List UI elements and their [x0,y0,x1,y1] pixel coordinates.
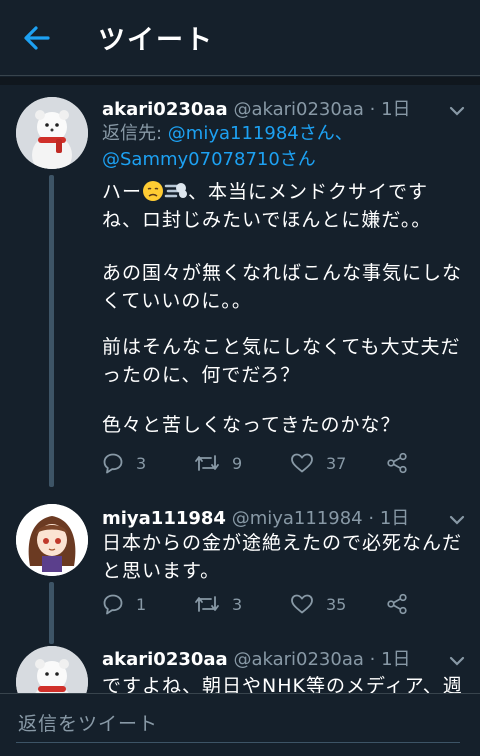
disappointed-face-emoji [142,180,164,207]
tweet-text-fragment: 、本当にメンドクサイです [188,181,429,203]
separator-dot: · [369,99,376,120]
display-name[interactable]: akari0230aa [102,649,228,670]
thread-line [49,582,54,644]
retweet-icon [194,593,220,615]
share-icon [386,593,408,615]
tweet-text-line: くていいのに。。 [102,290,252,312]
replying-to-label: 返信先: [102,123,168,144]
tweet-text-line: 前はそんなこと気にしなくても大丈夫だ [102,336,461,358]
user-handle: @miya111984 [231,508,363,529]
retweet-count: 3 [232,594,243,614]
user-handle: @akari0230aa [233,649,364,670]
back-arrow-icon[interactable] [22,24,52,52]
tweet-text-fragment: ハー [102,181,143,203]
timestamp: 1日 [379,508,410,529]
reply-button[interactable]: 3 [102,449,146,477]
reply-input[interactable] [16,706,460,743]
display-name[interactable]: miya111984 [102,508,226,529]
reply-icon [102,593,124,615]
thread-line [49,175,54,487]
reply-count: 3 [136,453,147,473]
tweet-reply[interactable]: miya111984 @miya111984 · 1日 日本からの金が途絶えたの… [0,490,480,644]
reply-count: 1 [136,594,147,614]
timestamp: 1日 [381,649,411,670]
reply-icon [102,452,124,474]
tweet-text-line: 日本からの金が途絶えたので必死なんだ [102,532,463,554]
tweet-reply[interactable]: akari0230aa @akari0230aa · 1日 ですよね、朝日やNH… [0,640,480,718]
like-icon [290,593,314,615]
tweet-header: akari0230aa @akari0230aa · 1日 [102,95,411,121]
tweet-actions: 3 9 37 [102,449,422,477]
tweet-actions: 1 3 35 [102,590,422,618]
separator-dot: · [369,649,376,670]
like-button[interactable]: 35 [290,590,346,618]
tweet-main[interactable]: akari0230aa @akari0230aa · 1日 返信先: @miya… [0,85,480,487]
reply-composer [0,693,480,756]
like-button[interactable]: 37 [290,449,346,477]
tweet-header: akari0230aa @akari0230aa · 1日 [102,645,411,671]
mention-link[interactable]: @Sammy07078710さん [102,149,316,170]
replying-to: 返信先: @miya111984さん、 @Sammy07078710さん [102,121,353,173]
tweet-text-line: ったのに、何でだろ？ [102,364,301,386]
anime-girl-avatar[interactable] [16,504,88,576]
share-icon [386,452,408,474]
tweet-text-line: あの国々が無くなればこんな事気にしな [102,262,463,284]
tweet-text-line: 色々と苦しくなってきたのかな？ [102,414,401,436]
chevron-down-icon[interactable] [448,652,466,666]
top-bar: ツイート [0,0,480,76]
mention-link[interactable]: @miya111984さん、 [168,123,353,144]
tweet-header: miya111984 @miya111984 · 1日 [102,504,409,530]
chevron-down-icon[interactable] [448,511,466,525]
dash-emoji [164,180,188,207]
retweet-button[interactable]: 3 [194,590,242,618]
like-count: 35 [326,594,347,614]
chevron-down-icon[interactable] [448,102,466,116]
retweet-button[interactable]: 9 [194,449,242,477]
tweet-text-line: ね、ロ封じみたいでほんとに嫌だ。。 [102,209,432,231]
share-button[interactable] [386,449,408,477]
tweet-text-line: と思います。 [102,560,221,582]
section-divider [0,77,480,85]
like-count: 37 [326,453,347,473]
page-title: ツイート [98,25,214,56]
snowman-avatar[interactable] [16,97,88,169]
tweet-text-line: ハー 、本当にメンドクサイです [102,177,428,207]
like-icon [290,452,314,474]
display-name[interactable]: akari0230aa [102,99,228,120]
timestamp: 1日 [381,99,411,120]
separator-dot: · [368,508,375,529]
retweet-count: 9 [232,453,243,473]
share-button[interactable] [386,590,408,618]
retweet-icon [194,452,220,474]
user-handle: @akari0230aa [233,99,364,120]
reply-button[interactable]: 1 [102,590,146,618]
